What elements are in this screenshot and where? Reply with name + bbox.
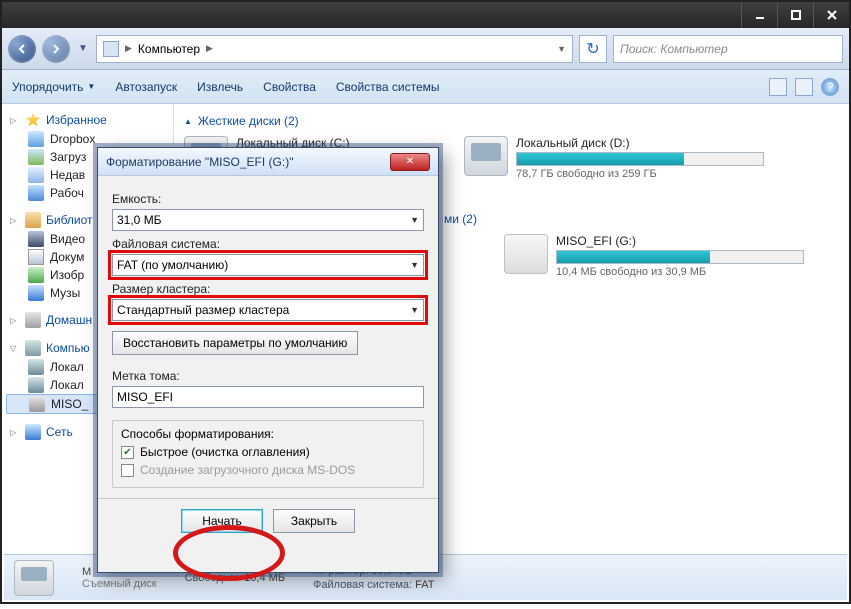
help-icon[interactable]: ? — [821, 78, 839, 96]
preview-pane-icon[interactable] — [795, 78, 813, 96]
chevron-right-icon: ▶ — [206, 43, 213, 54]
close-button[interactable] — [813, 2, 849, 28]
hdd-icon — [28, 377, 44, 393]
autoplay-button[interactable]: Автозапуск — [115, 80, 177, 94]
picture-icon — [28, 267, 44, 283]
filesystem-label: Файловая система: — [112, 237, 424, 251]
cluster-label: Размер кластера: — [112, 282, 424, 296]
drive-name: MISO_EFI (G:) — [556, 234, 804, 248]
checkbox-icon: ✔ — [121, 464, 134, 477]
status-fs-label: Файловая система: — [313, 579, 412, 591]
cluster-select[interactable]: Стандартный размер кластера▼ — [112, 299, 424, 321]
status-free-label: Свободно: — [185, 572, 239, 584]
breadcrumb-item[interactable]: Компьютер — [138, 42, 200, 56]
capacity-label: Емкость: — [112, 192, 424, 206]
drive-d[interactable]: Локальный диск (D:) 78,7 ГБ свободно из … — [464, 136, 764, 180]
status-type: Съемный диск — [82, 578, 157, 590]
refresh-button[interactable]: ↻ — [579, 35, 607, 63]
dialog-titlebar[interactable]: Форматирование "MISO_EFI (G:)" ✕ — [98, 148, 438, 176]
video-icon — [28, 231, 44, 247]
computer-icon — [25, 340, 41, 356]
desktop-icon — [28, 185, 44, 201]
explorer-toolbar: Упорядочить▼ Автозапуск Извлечь Свойства… — [2, 70, 849, 104]
quick-format-checkbox[interactable]: ✔ Быстрое (очистка оглавления) — [121, 445, 415, 459]
drive-name: Локальный диск (D:) — [516, 136, 764, 150]
capacity-select[interactable]: 31,0 МБ▼ — [112, 209, 424, 231]
chevron-down-icon[interactable]: ▼ — [557, 44, 566, 54]
dialog-title: Форматирование "MISO_EFI (G:)" — [106, 155, 390, 169]
section-removable[interactable]: ми (2) — [444, 212, 837, 226]
properties-button[interactable]: Свойства — [263, 80, 316, 94]
format-dialog: Форматирование "MISO_EFI (G:)" ✕ Емкость… — [97, 147, 439, 573]
status-fs-value: FAT — [415, 579, 434, 591]
computer-icon — [103, 41, 119, 57]
breadcrumb[interactable]: ▶ Компьютер ▶ ▼ — [96, 35, 573, 63]
drive-free: 78,7 ГБ свободно из 259 ГБ — [516, 168, 764, 180]
volume-label-label: Метка тома: — [112, 369, 424, 383]
library-icon — [25, 212, 41, 228]
music-icon — [28, 285, 44, 301]
sys-properties-button[interactable]: Свойства системы — [336, 80, 440, 94]
dropbox-icon — [28, 131, 44, 147]
network-icon — [25, 424, 41, 440]
section-hard-drives[interactable]: ▲Жесткие диски (2) — [184, 114, 837, 128]
format-options-label: Способы форматирования: — [121, 427, 415, 441]
chevron-right-icon: ▶ — [125, 43, 132, 54]
msdos-boot-checkbox: ✔ Создание загрузочного диска MS-DOS — [121, 463, 415, 477]
sidebar-item-dropbox[interactable]: Dropbox — [6, 130, 171, 148]
nav-back-button[interactable] — [8, 35, 36, 63]
sidebar-favorites-header[interactable]: ▷Избранное — [6, 110, 171, 130]
start-format-button[interactable]: Начать — [181, 509, 263, 533]
hdd-icon — [464, 136, 508, 176]
hdd-icon — [28, 359, 44, 375]
dialog-close-button[interactable]: ✕ — [390, 153, 430, 171]
restore-defaults-button[interactable]: Восстановить параметры по умолчанию — [112, 331, 358, 355]
address-bar-row: ▼ ▶ Компьютер ▶ ▼ ↻ Поиск: Компьютер — [2, 28, 849, 70]
view-mode-icon[interactable] — [769, 78, 787, 96]
star-icon — [25, 112, 41, 128]
maximize-button[interactable] — [777, 2, 813, 28]
minimize-button[interactable] — [741, 2, 777, 28]
drive-free: 10,4 МБ свободно из 30,9 МБ — [556, 266, 804, 278]
usb-drive-icon — [504, 234, 548, 274]
homegroup-icon — [25, 312, 41, 328]
volume-label-input[interactable] — [112, 386, 424, 408]
organize-menu[interactable]: Упорядочить▼ — [12, 80, 95, 94]
eject-button[interactable]: Извлечь — [197, 80, 243, 94]
search-placeholder: Поиск: Компьютер — [620, 42, 728, 56]
nav-history-dropdown[interactable]: ▼ — [76, 43, 90, 54]
window-titlebar — [2, 2, 849, 28]
search-input[interactable]: Поиск: Компьютер — [613, 35, 843, 63]
checkbox-icon: ✔ — [121, 446, 134, 459]
download-icon — [28, 149, 44, 165]
usb-icon — [29, 396, 45, 412]
usb-drive-icon — [14, 560, 54, 596]
filesystem-select[interactable]: FAT (по умолчанию)▼ — [112, 254, 424, 276]
recent-icon — [28, 167, 44, 183]
document-icon — [28, 249, 44, 265]
close-dialog-button[interactable]: Закрыть — [273, 509, 355, 533]
status-free-value: 10,4 МБ — [244, 572, 285, 584]
drive-g[interactable]: MISO_EFI (G:) 10,4 МБ свободно из 30,9 М… — [504, 234, 804, 278]
nav-forward-button[interactable] — [42, 35, 70, 63]
